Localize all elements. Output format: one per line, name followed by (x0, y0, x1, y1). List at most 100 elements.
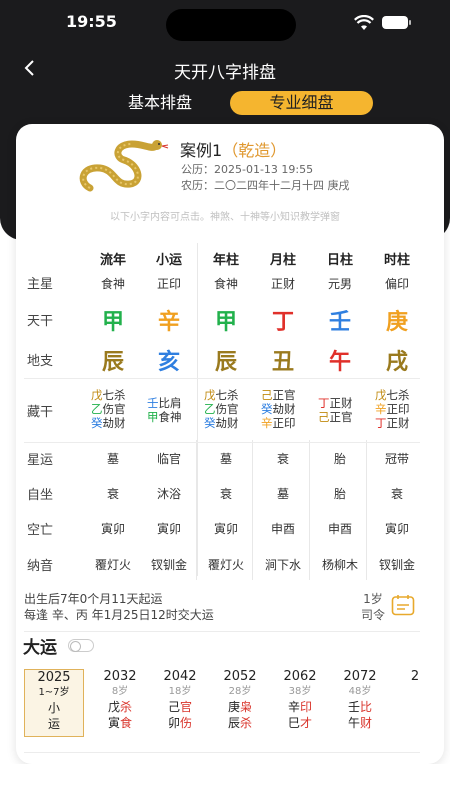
canggan-cell[interactable]: 戊七杀 乙伤官 癸劫财 (91, 388, 147, 430)
zizuo-cell: 衰 (390, 487, 403, 501)
dayun-item[interactable]: 2062 38岁 辛印 巳才 (270, 669, 330, 737)
xingyun-cell: 墓 (106, 452, 119, 466)
canggan-line: 乙伤官 (91, 402, 147, 416)
row-label: 天干 (27, 314, 54, 329)
dizhi-char[interactable]: 辰 (85, 344, 141, 376)
dayun-overflow[interactable]: 2 (405, 669, 425, 737)
tiangan-char[interactable]: 庚 (369, 304, 425, 336)
canggan-shishen: 正印 (272, 416, 296, 430)
main_star-cell[interactable]: 偏印 (369, 275, 425, 292)
column-header: 年柱 (212, 253, 239, 268)
row-label: 纳音 (27, 559, 54, 574)
canggan-line: 甲食神 (147, 410, 203, 424)
dizhi-char[interactable]: 丑 (255, 344, 311, 376)
dayun-branch: 卯伤 (150, 715, 210, 731)
canggan-stem: 己 (318, 410, 330, 424)
canggan-line: 乙伤官 (204, 402, 260, 416)
canggan-cell[interactable]: 丁正财 己正官 (318, 396, 374, 424)
tiangan-char[interactable]: 辛 (141, 304, 197, 336)
canggan-shishen: 劫财 (215, 416, 239, 430)
canggan-stem: 癸 (204, 416, 216, 430)
canggan-line: 戊七杀 (375, 388, 431, 402)
canggan-line: 壬比肩 (147, 396, 203, 410)
canggan-cell[interactable]: 戊七杀 辛正印 丁正财 (375, 388, 431, 430)
main_star-cell[interactable]: 元男 (312, 275, 368, 292)
dayun-stem: 庚枭 (210, 699, 270, 715)
status-bar: 19:55 (0, 0, 450, 48)
main_star-cell[interactable]: 食神 (85, 275, 141, 292)
kongwang-cell: 申酉 (327, 522, 352, 536)
dayun-stem: 戊杀 (90, 699, 150, 715)
canggan-line: 丁正财 (375, 416, 431, 430)
xingyun-cell: 临官 (156, 452, 181, 466)
tiangan-char[interactable]: 丁 (255, 304, 311, 336)
canggan-line: 戊七杀 (91, 388, 147, 402)
dayun-branch: 巳才 (270, 715, 330, 731)
canggan-cell[interactable]: 己正官 癸劫财 辛正印 (261, 388, 317, 430)
main_star-cell[interactable]: 正印 (141, 275, 197, 292)
row-label: 地支 (27, 354, 54, 369)
zizuo-cell: 衰 (219, 487, 232, 501)
dayun-item[interactable]: 2072 48岁 壬比 午财 (330, 669, 390, 737)
dayun-branch-char: 午 (347, 716, 360, 730)
dayun-branch-char: 辰 (227, 716, 240, 730)
dayun-year: 2025 (37, 670, 71, 685)
dayun-item[interactable]: 2042 18岁 己官 卯伤 (150, 669, 210, 737)
tab-basic-chart[interactable]: 基本排盘 (110, 91, 210, 115)
canggan-line: 戊七杀 (204, 388, 260, 402)
qiyun-start: 出生后7年0个月11天起运 (24, 592, 163, 606)
tiangan-char[interactable]: 壬 (312, 304, 368, 336)
dayun-stem: 己官 (150, 699, 210, 715)
dizhi-char[interactable]: 亥 (141, 344, 197, 376)
dayun-first[interactable]: 2025 1~7岁 小 运 (24, 669, 84, 737)
canggan-shishen: 七杀 (102, 388, 126, 402)
divider (24, 631, 420, 632)
case-gender: （乾造） (222, 141, 287, 160)
dayun-stem-char: 辛 (287, 700, 300, 714)
snake-zodiac-icon (79, 140, 169, 192)
canggan-shishen: 伤官 (215, 402, 239, 416)
row-label: 自坐 (27, 488, 54, 503)
canggan-stem: 戊 (204, 388, 216, 402)
dayun-stem-shishen: 枭 (240, 700, 253, 714)
canggan-shishen: 正官 (272, 388, 296, 402)
dayun-stem-char: 己 (167, 700, 180, 714)
dayun-year: 2072 (343, 669, 377, 684)
tab-pro-chart[interactable]: 专业细盘 (230, 91, 373, 115)
dayun-stem-char: 庚 (227, 700, 240, 714)
canggan-shishen: 七杀 (215, 388, 239, 402)
canggan-cell[interactable]: 壬比肩 甲食神 (147, 396, 203, 424)
main_star-cell[interactable]: 食神 (198, 275, 254, 292)
hint-text: 以下小字内容可点击。神煞、十神等小知识教学弹窗 (110, 212, 340, 223)
dizhi-char[interactable]: 午 (312, 344, 368, 376)
dayun-item[interactable]: 2052 28岁 庚枭 辰杀 (210, 669, 270, 737)
tiangan-char[interactable]: 甲 (198, 304, 254, 336)
column-header: 日柱 (326, 253, 353, 268)
calendar-icon[interactable] (391, 594, 415, 616)
dynamic-island (166, 9, 296, 41)
dayun-item[interactable]: 2032 8岁 戊杀 寅食 (90, 669, 150, 737)
battery-icon (382, 16, 411, 29)
row-label: 星运 (27, 453, 54, 468)
dayun-year: 2032 (103, 669, 137, 684)
tiangan-char[interactable]: 甲 (85, 304, 141, 336)
dayun-branch-char: 卯 (167, 716, 180, 730)
nayin-cell: 涧下水 (264, 558, 301, 572)
canggan-line: 己正官 (261, 388, 317, 402)
dizhi-char[interactable]: 戌 (369, 344, 425, 376)
dayun-toggle[interactable] (68, 639, 94, 652)
dayun-title: 大运 (23, 638, 57, 658)
dayun-branch-shishen: 财 (360, 716, 373, 730)
canggan-line: 癸劫财 (91, 416, 147, 430)
dizhi-char[interactable]: 辰 (198, 344, 254, 376)
row-label: 藏干 (27, 405, 54, 420)
nayin-cell: 杨柳木 (321, 558, 358, 572)
canggan-shishen: 七杀 (386, 388, 410, 402)
kongwang-cell: 申酉 (270, 522, 295, 536)
siling-box[interactable]: 1岁 司令 (358, 591, 388, 623)
dayun-branch-char: 寅 (107, 716, 120, 730)
kongwang-cell: 寅卯 (213, 522, 238, 536)
canggan-shishen: 比肩 (158, 396, 182, 410)
canggan-cell[interactable]: 戊七杀 乙伤官 癸劫财 (204, 388, 260, 430)
main_star-cell[interactable]: 正财 (255, 275, 311, 292)
